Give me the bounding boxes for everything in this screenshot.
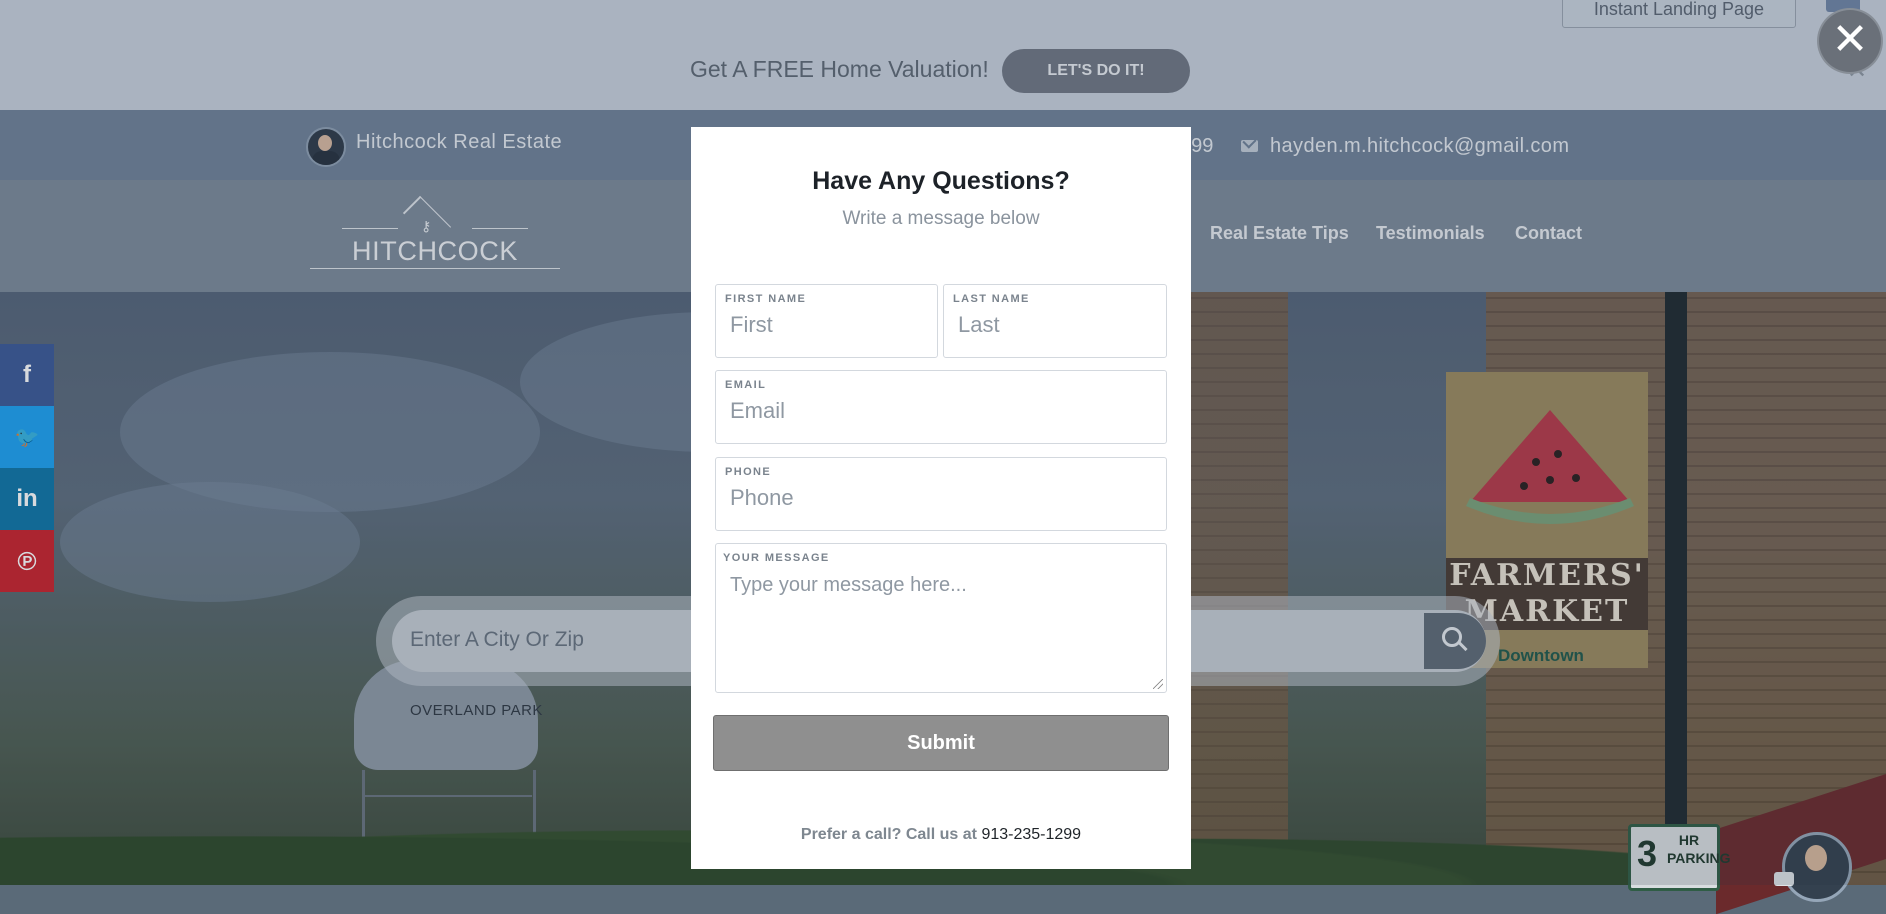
email-input[interactable] — [730, 398, 1150, 424]
email-field[interactable]: EMAIL — [715, 370, 1167, 444]
modal-subtitle: Write a message below — [842, 208, 1040, 229]
last-name-field[interactable]: LAST NAME — [943, 284, 1167, 358]
phone-input[interactable] — [730, 485, 1150, 511]
first-name-input[interactable] — [730, 312, 925, 338]
last-name-input[interactable] — [958, 312, 1154, 338]
modal-title: Have Any Questions? — [812, 167, 1070, 195]
call-prompt: Prefer a call? Call us at 913-235-1299 — [691, 826, 1191, 844]
message-label: YOUR MESSAGE — [723, 552, 830, 564]
last-name-label: LAST NAME — [953, 293, 1030, 305]
phone-field[interactable]: PHONE — [715, 457, 1167, 531]
message-field[interactable]: YOUR MESSAGE — [715, 543, 1167, 693]
email-label: EMAIL — [725, 379, 767, 391]
phone-label: PHONE — [725, 466, 772, 478]
first-name-label: FIRST NAME — [725, 293, 807, 305]
resize-handle-icon[interactable] — [1153, 679, 1163, 689]
contact-modal: Have Any Questions? Write a message belo… — [691, 127, 1191, 869]
call-phone-link[interactable]: 913-235-1299 — [981, 826, 1081, 843]
call-prompt-text: Prefer a call? Call us at — [800, 826, 977, 843]
submit-button[interactable]: Submit — [713, 715, 1169, 771]
message-textarea[interactable] — [730, 574, 1150, 682]
close-icon[interactable]: ✕ — [1819, 10, 1881, 72]
first-name-field[interactable]: FIRST NAME — [715, 284, 938, 358]
